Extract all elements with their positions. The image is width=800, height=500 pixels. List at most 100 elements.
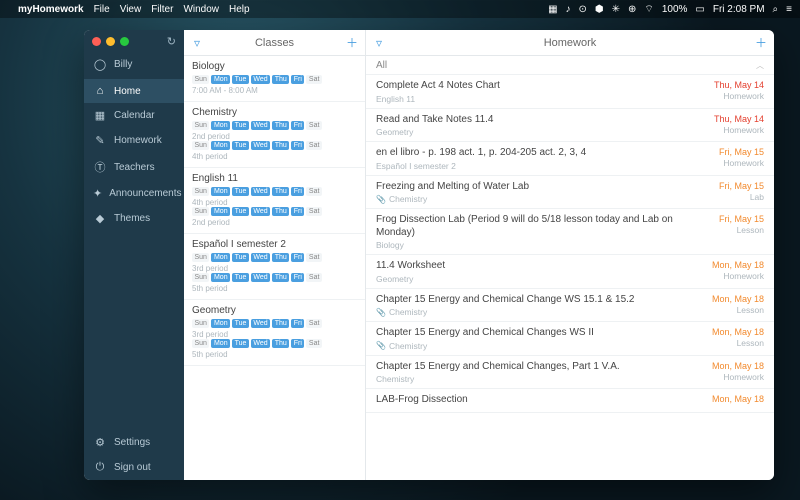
class-subtext: 4th period [192,198,357,207]
day-pill: Tue [232,141,249,150]
homework-scroll: All ︿ Complete Act 4 Notes ChartEnglish … [366,56,774,480]
day-pill: Thu [272,121,289,130]
homework-item-title: Frog Dissection Lab (Period 9 will do 5/… [376,214,696,239]
homework-item-subject: 📎Chemistry [376,341,696,351]
day-pill: Thu [272,273,289,282]
macos-menubar: myHomework File View Filter Window Help … [0,0,800,18]
menu-file[interactable]: File [94,4,110,15]
classes-header: ▿ Classes ＋ [184,30,365,56]
sidebar-item-sign-out[interactable]: ⏻Sign out [84,455,184,480]
class-name: Biology [192,61,357,72]
chevron-up-icon: ︿ [756,60,764,71]
sync-icon[interactable]: ↻ [167,35,176,48]
class-day-row: SunMonTueWedThuFriSat [192,273,357,282]
homework-item[interactable]: Chapter 15 Energy and Chemical Changes W… [366,322,774,356]
menu-view[interactable]: View [120,4,142,15]
menubar-extra-icon[interactable]: ⊙ [579,4,587,15]
day-pill: Sat [306,253,322,262]
class-block[interactable]: BiologySunMonTueWedThuFriSat7:00 AM - 8:… [184,56,365,102]
menubar-status-area: ▦ ♪ ⊙ ⬢ ✳ ⊕ ⌔ 100% ▭ Fri 2:08 PM ⌕ ≡ [548,3,792,16]
homework-item-subject: 📎Chemistry [376,307,696,317]
homework-item-subject: Geometry [376,274,696,284]
homework-filter-icon[interactable]: ▿ [366,36,392,50]
homework-item[interactable]: Frog Dissection Lab (Period 9 will do 5/… [366,209,774,255]
sidebar-item-label: Homework [114,135,162,146]
class-day-row: SunMonTueWedThuFriSat [192,187,357,196]
day-pill: Thu [272,319,289,328]
attachment-icon: 📎 [376,341,386,350]
homework-item-subject: 📎Chemistry [376,194,696,204]
homework-item-title: Freezing and Melting of Water Lab [376,181,696,194]
spotlight-icon[interactable]: ⌕ [773,4,779,15]
add-class-button[interactable]: ＋ [339,34,365,51]
homework-item[interactable]: Chapter 15 Energy and Chemical Change WS… [366,289,774,323]
homework-item[interactable]: en el libro - p. 198 act. 1, p. 204-205 … [366,142,774,176]
sidebar-item-label: Teachers [114,162,155,173]
day-pill: Sun [192,319,209,328]
day-pill: Sat [306,319,322,328]
day-pill: Sun [192,273,209,282]
sidebar-item-homework[interactable]: ✎Homework [84,128,184,153]
battery-icon[interactable]: ▭ [695,4,704,15]
homework-item-type: Lesson [696,305,764,315]
class-block[interactable]: GeometrySunMonTueWedThuFriSat3rd periodS… [184,300,365,366]
menubar-app-name[interactable]: myHomework [18,4,84,15]
day-pill: Fri [291,75,304,84]
add-homework-button[interactable]: ＋ [748,34,774,51]
homework-item-type: Homework [696,91,764,101]
sidebar-item-announcements[interactable]: ✦Announcements [84,181,184,206]
day-pill: Mon [211,121,230,130]
sidebar-item-themes[interactable]: ◆Themes [84,206,184,231]
classes-filter-icon[interactable]: ▿ [184,36,210,50]
homework-item[interactable]: 11.4 WorksheetGeometryMon, May 18Homewor… [366,255,774,289]
homework-item-subject: Chemistry [376,374,696,384]
homework-item-title: Chapter 15 Energy and Chemical Change WS… [376,294,696,307]
traffic-light-minimize[interactable] [106,37,115,46]
menu-filter[interactable]: Filter [151,4,173,15]
homework-item-date: Fri, May 15 [696,214,764,224]
sidebar-item-home[interactable]: ⌂Home [84,79,184,103]
menu-help[interactable]: Help [229,4,250,15]
homework-group-label: All [376,60,387,71]
day-pill: Fri [291,253,304,262]
day-pill: Sun [192,253,209,262]
menubar-extra-icon[interactable]: ⊕ [628,4,636,15]
menubar-extra-icon[interactable]: ♪ [566,4,571,15]
day-pill: Sat [306,75,322,84]
day-pill: Wed [251,319,270,328]
battery-pct[interactable]: 100% [662,4,688,15]
sidebar-user[interactable]: ◯ Billy [84,52,184,77]
class-block[interactable]: English 11SunMonTueWedThuFriSat4th perio… [184,168,365,234]
homework-item-type: Homework [696,271,764,281]
homework-item[interactable]: Complete Act 4 Notes ChartEnglish 11Thu,… [366,75,774,109]
menubar-extra-icon[interactable]: ✳ [612,4,620,15]
sidebar-item-teachers[interactable]: ⓉTeachers [84,153,184,181]
homework-item-date: Mon, May 18 [696,294,764,304]
sidebar-item-calendar[interactable]: ▦Calendar [84,103,184,128]
class-block[interactable]: ChemistrySunMonTueWedThuFriSat2nd period… [184,102,365,168]
homework-item[interactable]: Chapter 15 Energy and Chemical Changes, … [366,356,774,390]
day-pill: Wed [251,75,270,84]
day-pill: Thu [272,253,289,262]
menu-window[interactable]: Window [183,4,219,15]
homework-item[interactable]: Freezing and Melting of Water Lab📎Chemis… [366,176,774,210]
classes-title: Classes [210,37,339,49]
day-pill: Thu [272,141,289,150]
notification-center-icon[interactable]: ≡ [786,4,792,15]
homework-item[interactable]: Read and Take Notes 11.4GeometryThu, May… [366,109,774,143]
wifi-icon[interactable]: ⌔ [644,3,653,16]
homework-item-subject: Geometry [376,127,696,137]
clock[interactable]: Fri 2:08 PM [713,4,765,15]
homework-item[interactable]: LAB-Frog DissectionMon, May 18 [366,389,774,413]
traffic-light-zoom[interactable] [120,37,129,46]
homework-item-date: Thu, May 14 [696,80,764,90]
sidebar-item-settings[interactable]: ⚙Settings [84,430,184,455]
dropbox-icon[interactable]: ⬢ [595,4,604,15]
homework-item-type: Lesson [696,225,764,235]
homework-group-header[interactable]: All ︿ [366,56,774,75]
menubar-extra-icon[interactable]: ▦ [548,4,557,15]
homework-item-type: Homework [696,125,764,135]
traffic-light-close[interactable] [92,37,101,46]
homework-item-type: Lab [696,192,764,202]
class-block[interactable]: Español I semester 2SunMonTueWedThuFriSa… [184,234,365,300]
